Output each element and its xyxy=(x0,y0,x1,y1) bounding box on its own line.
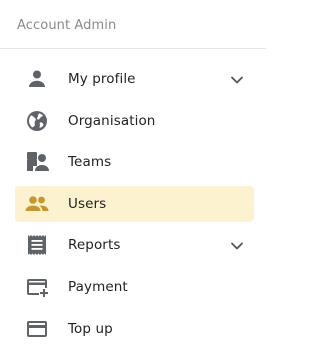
sidebar-item-organisation[interactable]: Organisation xyxy=(15,103,254,139)
divider xyxy=(0,48,266,49)
receipt-icon xyxy=(24,232,50,258)
sidebar-item-label: Organisation xyxy=(68,112,156,129)
sidebar-item-users[interactable]: Users xyxy=(15,185,254,222)
chevron-down-icon[interactable] xyxy=(230,238,244,252)
section-title: Account Admin xyxy=(17,18,117,33)
chevron-down-icon[interactable] xyxy=(230,72,244,86)
sidebar-item-label: Teams xyxy=(68,154,112,171)
sidebar-item-label: My profile xyxy=(68,71,136,87)
users-icon xyxy=(24,191,50,217)
teams-icon xyxy=(24,149,50,175)
sidebar-item-label: Top up xyxy=(68,320,113,337)
sidebar-item-label: Reports xyxy=(68,237,121,254)
sidebar: Account Admin My profile Organisation Te… xyxy=(0,0,266,353)
sidebar-item-top-up[interactable]: Top up xyxy=(15,311,254,347)
add-card-icon xyxy=(24,274,50,300)
credit-card-icon xyxy=(24,316,50,342)
sidebar-item-teams[interactable]: Teams xyxy=(15,144,254,180)
globe-icon xyxy=(24,108,50,134)
sidebar-item-label: Users xyxy=(68,195,107,212)
sidebar-item-my-profile[interactable]: My profile xyxy=(15,61,254,97)
person-icon xyxy=(24,66,50,92)
sidebar-nav: My profile Organisation Teams Users Repo… xyxy=(0,61,266,352)
sidebar-item-label: Payment xyxy=(68,278,128,295)
sidebar-item-payment[interactable]: Payment xyxy=(15,269,254,305)
sidebar-item-reports[interactable]: Reports xyxy=(15,227,254,263)
